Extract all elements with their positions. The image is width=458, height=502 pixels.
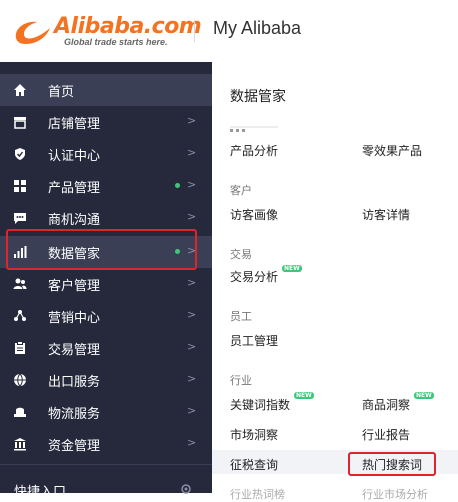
sidebar-item-label: 出口服务 [48,375,101,390]
sidebar-item-label: 产品管理 [48,181,101,196]
home-icon [14,84,26,96]
marketing-icon [14,310,26,321]
notification-dot [175,183,180,188]
chevron-right-icon: > [187,146,197,159]
link-market-insight[interactable]: 市场洞察 [230,426,278,443]
shield-icon [15,148,25,160]
sidebar-item-marketing[interactable]: 营销中心 > [0,300,212,332]
chevron-right-icon: > [187,210,197,223]
quick-entry-label[interactable]: 快捷入口 [14,481,66,500]
link-industry-report[interactable]: 行业报告 [362,426,410,443]
link-industry-market-analysis[interactable]: 行业市场分析 [362,486,428,502]
chevron-right-icon: > [187,276,197,289]
bank-icon [14,438,26,451]
logo-wordmark: Alibaba.com [54,14,202,39]
logo-tagline: Global trade starts here. [64,37,168,47]
submenu-panel: 数据管家 产品分析 零效果产品 客户 访客画像 访客详情 交易 交易分析 NEW… [212,62,458,501]
link-visitor-details[interactable]: 访客详情 [362,206,410,223]
sidebar-item-customers[interactable]: 客户管理 > [0,268,212,300]
panel-divider [230,126,278,132]
link-staff-management[interactable]: 员工管理 [230,332,278,349]
link-industry-hot-words[interactable]: 行业热词榜 [230,486,285,502]
sidebar-item-label: 商机沟通 [48,213,101,228]
sidebar-item-label: 首页 [48,85,75,100]
chevron-right-icon: > [187,114,197,127]
chevron-right-icon: > [187,340,197,353]
chat-icon [14,213,26,224]
new-badge: NEW [414,392,434,399]
link-keyword-index[interactable]: 关键词指数 [230,396,290,413]
sidebar-item-label: 店铺管理 [48,117,101,132]
panel-title: 数据管家 [230,89,286,105]
new-badge: NEW [294,392,314,399]
sidebar-item-transactions[interactable]: 交易管理 > [0,332,212,364]
highlight-annotation-box [6,229,197,270]
page-title[interactable]: My Alibaba [213,18,301,39]
category-industry: 行业 [230,374,252,387]
sidebar-divider [0,464,212,465]
sidebar-item-finance[interactable]: 资金管理 > [0,428,212,460]
chevron-right-icon: > [187,308,197,321]
sidebar-item-label: 认证中心 [48,149,101,164]
top-header: Alibaba.com Global trade starts here. My… [0,0,458,63]
link-zero-effect-products[interactable]: 零效果产品 [362,142,422,159]
sidebar-item-logistics[interactable]: 物流服务 > [0,396,212,428]
header-divider [194,20,195,42]
category-staff: 员工 [230,310,252,323]
alibaba-logo[interactable]: Alibaba.com Global trade starts here. [12,12,202,52]
sidebar-item-label: 物流服务 [48,407,101,422]
category-transaction: 交易 [230,248,252,261]
sidebar-item-label: 交易管理 [48,343,101,358]
sidebar-item-label: 资金管理 [48,439,101,454]
truck-icon [14,407,26,417]
sidebar: 首页 店铺管理 > 认证中心 > 产品管理 > 商机沟通 > 数据管家 > 客户… [0,62,212,500]
new-badge: NEW [282,265,302,272]
highlight-annotation-box [348,452,436,476]
users-icon [13,278,27,289]
globe-icon [14,373,26,387]
sidebar-item-export[interactable]: 出口服务 > [0,364,212,396]
chevron-right-icon: > [187,436,197,449]
alibaba-logo-mark-icon [15,21,50,44]
sidebar-item-label: 客户管理 [48,279,101,294]
chevron-right-icon: > [187,178,197,191]
link-product-analysis[interactable]: 产品分析 [230,142,278,159]
gear-icon[interactable] [180,483,192,495]
grid-icon [14,180,26,192]
sidebar-item-certification[interactable]: 认证中心 > [0,138,212,170]
sidebar-item-products[interactable]: 产品管理 > [0,170,212,202]
sidebar-item-label: 营销中心 [48,311,101,326]
category-customer: 客户 [230,184,252,197]
clipboard-icon [15,341,25,354]
chevron-right-icon: > [187,372,197,385]
store-icon [14,117,26,129]
sidebar-item-home[interactable]: 首页 [0,74,212,106]
link-product-insight[interactable]: 商品洞察 [362,396,410,413]
link-visitor-profile[interactable]: 访客画像 [230,206,278,223]
sidebar-item-store[interactable]: 店铺管理 > [0,106,212,138]
link-tax-query[interactable]: 征税查询 [230,456,278,473]
chevron-right-icon: > [187,404,197,417]
link-transaction-analysis[interactable]: 交易分析 [230,268,278,285]
